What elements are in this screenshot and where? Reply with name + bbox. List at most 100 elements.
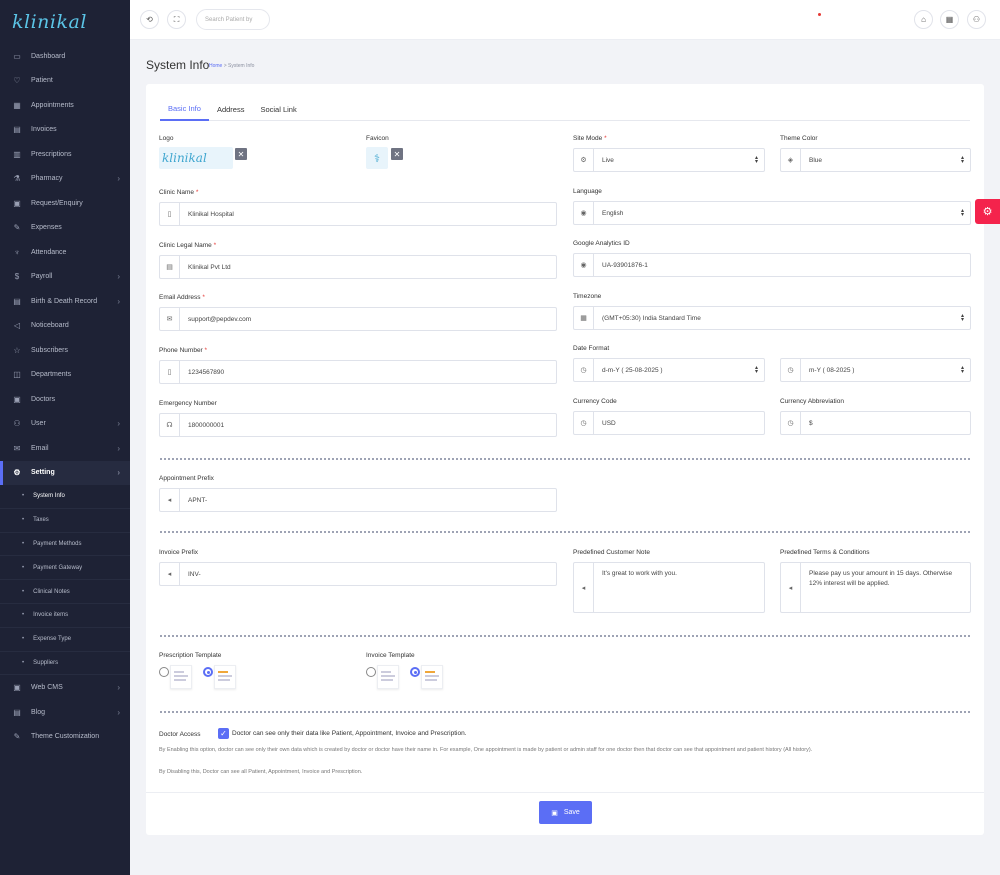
currency-abbreviation-input[interactable]: ◷ $ [780, 411, 971, 435]
sidebar-toggle-button[interactable]: ⟲ [140, 10, 159, 29]
breadcrumb-home[interactable]: Home [209, 63, 222, 69]
favicon-label: Favicon [366, 135, 389, 142]
attendance-icon: ♆ [14, 247, 20, 257]
section-divider [160, 711, 970, 713]
fullscreen-button[interactable]: ⛶ [167, 10, 186, 29]
gear-icon: ⚙ [13, 468, 21, 478]
save-button[interactable]: ▣ Save [539, 801, 592, 824]
tab-basic-info[interactable]: Basic Info [160, 98, 209, 121]
invoice-template-thumb-2[interactable] [421, 665, 443, 689]
logo-remove-button[interactable]: ✕ [235, 148, 247, 160]
select-arrows-icon: ▴ ▾ [960, 155, 964, 165]
sidebar-subitem-payment-methods[interactable]: • Payment Methods [0, 533, 130, 557]
sidebar-item-doctors[interactable]: ▣ Doctors [0, 387, 130, 412]
sidebar-item-attendance[interactable]: ♆ Attendance [0, 240, 130, 265]
sidebar-subitem-clinical-notes[interactable]: • Clinical Notes [0, 580, 130, 604]
star-icon: ☆ [13, 345, 21, 355]
appointment-prefix-input[interactable]: ◂ APNT- [159, 488, 557, 512]
doctor-access-checkbox[interactable]: ✓ [218, 728, 229, 739]
invoice-prefix-input[interactable]: ◂ INV- [159, 562, 557, 586]
month-format-select[interactable]: ◷ m-Y ( 08-2025 ) ▴ ▾ [780, 358, 971, 382]
breadcrumb: Home > System Info [209, 63, 254, 69]
sidebar-item-noticeboard[interactable]: ◁ Noticeboard [0, 314, 130, 339]
chevron-right-icon: › [117, 419, 120, 429]
email-input[interactable]: ✉ support@pepdev.com [159, 307, 557, 331]
sidebar-item-blog[interactable]: ▤ Blog › [0, 700, 130, 725]
headset-icon: ☊ [160, 414, 180, 436]
sidebar-item-theme-customization[interactable]: ✎ Theme Customization [0, 724, 130, 749]
pharmacy-icon: ⚗ [13, 174, 21, 184]
currency-code-input[interactable]: ◷ USD [573, 411, 765, 435]
bullet-icon: • [22, 517, 25, 524]
sidebar-item-subscribers[interactable]: ☆ Subscribers [0, 338, 130, 363]
invoice-template-radio-2[interactable] [410, 667, 420, 677]
sidebar-subitem-system-info[interactable]: • System Info [0, 485, 130, 509]
tab-social-link[interactable]: Social Link [252, 98, 304, 121]
prescription-template-radio-1[interactable] [159, 667, 169, 677]
mail-icon: ✉ [13, 443, 21, 453]
sidebar-subitem-invoice-items[interactable]: • Invoice items [0, 604, 130, 628]
sidebar-subitem-label: Payment Gateway [33, 564, 83, 571]
sidebar-item-dashboard[interactable]: ▭ Dashboard [0, 44, 130, 69]
google-analytics-input[interactable]: ◉ UA-93901876-1 [573, 253, 971, 277]
sidebar-subitem-expense-type[interactable]: • Expense Type [0, 628, 130, 652]
sidebar-item-user[interactable]: ⚇ User › [0, 412, 130, 437]
bullet-icon: • [22, 659, 25, 666]
record-icon: ▤ [13, 296, 21, 306]
sidebar-item-patient[interactable]: ♡ Patient [0, 69, 130, 94]
prescription-template-thumb-1[interactable] [170, 665, 192, 689]
breadcrumb-current: System Info [228, 63, 255, 69]
terms-textarea[interactable]: ◂ Please pay us your amount in 15 days. O… [780, 562, 971, 613]
favicon-remove-button[interactable]: ✕ [391, 148, 403, 160]
sidebar-item-prescriptions[interactable]: ▥ Prescriptions [0, 142, 130, 167]
phone-input[interactable]: ▯ 1234567890 [159, 360, 557, 384]
sidebar-item-departments[interactable]: ◫ Departments [0, 363, 130, 388]
sidebar-subitem-payment-gateway[interactable]: • Payment Gateway [0, 556, 130, 581]
theme-color-select[interactable]: ◈ Blue ▴ ▾ [780, 148, 971, 172]
clinic-name-input[interactable]: ▯ Klinikal Hospital [159, 202, 557, 226]
doctor-access-help-enable: By Enabling this option, doctor can see … [159, 747, 813, 753]
sidebar-item-email[interactable]: ✉ Email › [0, 436, 130, 461]
profile-button[interactable]: ⚇ [967, 10, 986, 29]
emergency-number-input[interactable]: ☊ 1800000001 [159, 413, 557, 437]
calendar-icon: ▦ [13, 100, 21, 110]
language-select[interactable]: ◉ English ▴ ▾ [573, 201, 971, 225]
theme-settings-button[interactable]: ⚙ [975, 199, 1000, 224]
customer-note-label: Predefined Customer Note [573, 549, 650, 556]
search-input[interactable]: Search Patient by [196, 9, 270, 30]
sidebar-item-birth-death-record[interactable]: ▤ Birth & Death Record › [0, 289, 130, 314]
sidebar-item-web-cms[interactable]: ▣ Web CMS › [0, 675, 130, 700]
brand-logo[interactable]: klinikal [0, 0, 130, 44]
sidebar-subitem-label: Expense Type [33, 636, 72, 643]
sidebar-item-appointments[interactable]: ▦ Appointments [0, 93, 130, 118]
sidebar-item-request-enquiry[interactable]: ▣ Request/Enquiry [0, 191, 130, 216]
sidebar-item-expenses[interactable]: ✎ Expenses [0, 216, 130, 241]
sidebar-subitem-suppliers[interactable]: • Suppliers [0, 652, 130, 676]
home-button[interactable]: ⌂ [914, 10, 933, 29]
customer-note-textarea[interactable]: ◂ It's great to work with you. [573, 562, 765, 613]
site-mode-select[interactable]: ⚙ Live ▴ ▾ [573, 148, 765, 172]
clinic-legal-name-input[interactable]: ▤ Klinikal Pvt Ltd [159, 255, 557, 279]
sidebar-subitem-taxes[interactable]: • Taxes [0, 509, 130, 533]
clock-icon: ◷ [781, 359, 801, 381]
card-footer [146, 792, 984, 793]
sidebar-item-pharmacy[interactable]: ⚗ Pharmacy › [0, 167, 130, 192]
select-arrows-icon: ▴ ▾ [960, 365, 964, 375]
prescription-template-radio-2[interactable] [203, 667, 213, 677]
date-format-select[interactable]: ◷ d-m-Y ( 25-08-2025 ) ▴ ▾ [573, 358, 765, 382]
prescription-template-thumb-2[interactable] [214, 665, 236, 689]
prescription-icon: ▥ [13, 149, 21, 159]
tab-address[interactable]: Address [209, 98, 253, 121]
sidebar-item-invoices[interactable]: ▤ Invoices [0, 118, 130, 143]
sidebar-item-label: Email [31, 444, 49, 452]
invoice-template-thumb-1[interactable] [377, 665, 399, 689]
sidebar-item-payroll[interactable]: $ Payroll › [0, 265, 130, 290]
invoice-template-radio-1[interactable] [366, 667, 376, 677]
sidebar: klinikal ▭ Dashboard ♡ Patient ▦ Appointments… [0, 0, 130, 875]
timezone-select[interactable]: ▦ (GMT+05:30) India Standard Time ▴ ▾ [573, 306, 971, 330]
tab-bar: Basic Info Address Social Link [160, 98, 970, 121]
sidebar-subitem-label: Clinical Notes [33, 588, 70, 595]
sidebar-item-setting[interactable]: ⚙ Setting › [0, 460, 130, 485]
invoice-prefix-label: Invoice Prefix [159, 549, 199, 556]
apps-button[interactable]: ▦ [940, 10, 959, 29]
